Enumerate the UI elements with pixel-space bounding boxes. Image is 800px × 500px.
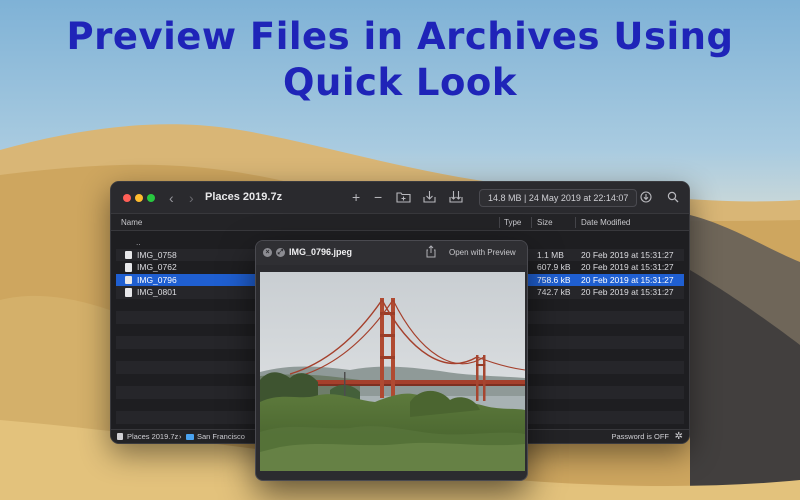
column-size[interactable]: Size	[537, 214, 553, 231]
remove-icon[interactable]: −	[374, 189, 382, 205]
extract-all-icon[interactable]	[449, 190, 463, 203]
headline: Preview Files in Archives Using Quick Lo…	[0, 14, 800, 106]
download-circle-icon[interactable]	[640, 191, 652, 203]
quick-look-titlebar: × ⤢ IMG_0796.jpeg Open with Preview	[256, 241, 527, 265]
file-date: 20 Feb 2019 at 15:31:27	[581, 274, 674, 285]
breadcrumb-archive[interactable]: Places 2019.7z	[127, 430, 178, 443]
golden-gate-bridge-photo	[260, 272, 525, 471]
file-name: IMG_0758	[137, 249, 177, 260]
search-icon[interactable]	[667, 191, 679, 203]
back-chevron-icon[interactable]: ‹	[169, 190, 174, 206]
folder-icon	[186, 434, 194, 440]
column-name[interactable]: Name	[121, 214, 142, 231]
share-icon[interactable]	[426, 245, 436, 258]
file-date: 20 Feb 2019 at 15:31:27	[581, 287, 674, 297]
file-size: 607.9 kB	[537, 262, 571, 272]
close-window-button[interactable]	[123, 194, 131, 202]
fullscreen-icon[interactable]: ⤢	[276, 248, 285, 257]
file-size: 1.1 MB	[537, 249, 564, 260]
file-date: 20 Feb 2019 at 15:31:27	[581, 262, 674, 272]
zoom-window-button[interactable]	[147, 194, 155, 202]
headline-line-2: Quick Look	[283, 61, 517, 104]
password-status: Password is OFF	[611, 432, 669, 441]
new-folder-icon[interactable]	[396, 191, 411, 203]
extract-icon[interactable]	[423, 190, 436, 203]
column-date-modified[interactable]: Date Modified	[581, 214, 630, 231]
file-size: 758.6 kB	[537, 274, 571, 285]
column-header: Name Type Size Date Modified	[111, 214, 689, 231]
gear-icon[interactable]: ✲	[675, 430, 683, 443]
quick-look-title: IMG_0796.jpeg	[289, 247, 353, 257]
file-name: IMG_0762	[137, 262, 177, 272]
archive-file-icon	[117, 433, 123, 440]
headline-line-1: Preview Files in Archives Using	[66, 15, 734, 58]
close-icon[interactable]: ×	[263, 248, 272, 257]
image-file-icon	[125, 288, 132, 297]
open-with-preview-button[interactable]: Open with Preview	[449, 248, 516, 257]
column-type[interactable]: Type	[504, 214, 521, 231]
file-name: IMG_0801	[137, 287, 177, 297]
window-title: Places 2019.7z	[205, 191, 283, 203]
breadcrumb-separator: ›	[179, 432, 182, 441]
image-file-icon	[125, 263, 132, 272]
image-file-icon	[125, 275, 132, 284]
window-toolbar: ‹ › Places 2019.7z + − 14.8 MB | 24 May …	[111, 182, 689, 214]
file-name: IMG_0796	[137, 274, 177, 285]
forward-chevron-icon[interactable]: ›	[189, 190, 194, 206]
file-name: ..	[136, 237, 141, 247]
file-date: 20 Feb 2019 at 15:31:27	[581, 249, 674, 260]
quick-look-panel: × ⤢ IMG_0796.jpeg Open with Preview	[255, 240, 528, 481]
archive-info: 14.8 MB | 24 May 2019 at 22:14:07	[479, 189, 638, 207]
file-size: 742.7 kB	[537, 287, 571, 297]
image-file-icon	[125, 250, 132, 259]
breadcrumb-folder[interactable]: San Francisco	[197, 430, 245, 443]
add-icon[interactable]: +	[352, 189, 360, 205]
minimize-window-button[interactable]	[135, 194, 143, 202]
